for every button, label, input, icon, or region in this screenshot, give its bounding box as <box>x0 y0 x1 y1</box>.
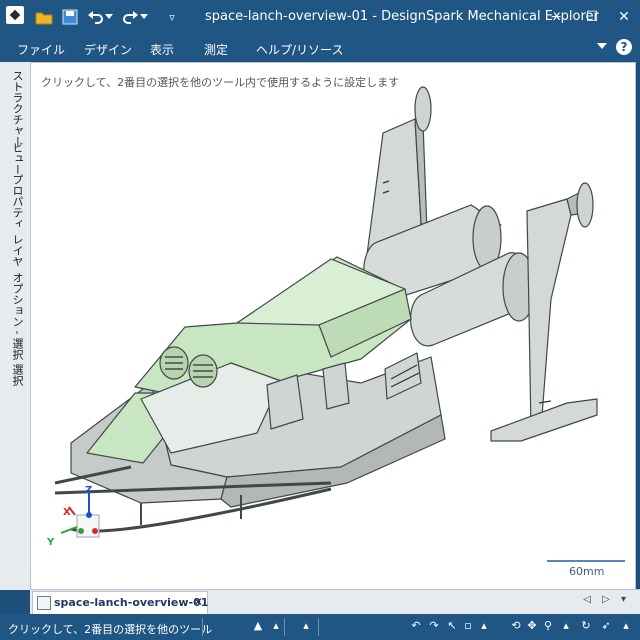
undo-view-icon[interactable]: ↶ <box>410 620 422 632</box>
rotate-icon[interactable]: ⟲ <box>510 620 522 632</box>
help-icon[interactable]: ? <box>616 39 632 55</box>
spaceship-model[interactable]: Z X Y <box>31 63 635 590</box>
menu-measure[interactable]: 測定 <box>204 41 228 58</box>
menu-help-resources[interactable]: ヘルプ/リソース <box>256 41 343 58</box>
title-bar: ▿ space-lanch-overview-01 - DesignSpark … <box>0 0 640 34</box>
redo-icon[interactable] <box>120 7 140 27</box>
menu-bar: ファイル デザイン 表示 測定 ヘルプ/リソース ? <box>0 34 640 62</box>
view-orient-dropdown-icon[interactable]: ▴ <box>620 620 632 632</box>
undo-icon[interactable] <box>86 7 106 27</box>
document-tab-label: space-lanch-overview-01 <box>54 596 209 609</box>
maximize-button[interactable]: ☐ <box>576 0 608 34</box>
zoom-dropdown-icon[interactable]: ▴ <box>560 620 572 632</box>
status-divider <box>318 618 319 636</box>
axis-z-label: Z <box>85 485 92 496</box>
tab-options-select[interactable]: オプション - 選択 <box>5 272 25 360</box>
tab-view[interactable]: ビュー <box>5 142 25 175</box>
document-icon <box>37 596 51 610</box>
side-window-1 <box>266 374 304 430</box>
side-window-2 <box>322 362 350 410</box>
open-folder-icon[interactable] <box>34 7 54 27</box>
minimize-button[interactable]: − <box>540 0 572 34</box>
zoom-icon[interactable]: ⚲ <box>542 620 554 632</box>
document-tab-bar: space-lanch-overview-01 ✕ ◁ ▷ ▾ <box>30 589 640 614</box>
right-fin <box>526 198 572 432</box>
redo-view-icon[interactable]: ↷ <box>428 620 440 632</box>
menu-display[interactable]: 表示 <box>150 41 174 58</box>
view-orient-icon[interactable]: ➶ <box>600 620 612 632</box>
ribbon-options-icon[interactable] <box>597 43 607 49</box>
right-fin-disc <box>576 182 594 228</box>
app-logo-icon[interactable] <box>6 6 24 24</box>
pan-icon[interactable]: ✥ <box>526 620 538 632</box>
tab-select[interactable]: 選択 <box>5 364 25 386</box>
status-bar: クリックして、2番目の選択を他のツール ▲ ▴ ▴ ↶ ↷ ↖ ▫ ▴ ⟲ ✥ … <box>0 614 640 640</box>
redo-dropdown-icon[interactable] <box>139 7 149 27</box>
select-mode-icon[interactable]: ▲ <box>252 620 264 632</box>
box-select-icon[interactable]: ▫ <box>462 620 474 632</box>
box-select-dropdown-icon[interactable]: ▴ <box>478 620 490 632</box>
close-button[interactable]: ✕ <box>608 0 640 34</box>
axis-y-label: Y <box>46 537 55 548</box>
select-mode-dropdown-icon[interactable]: ▴ <box>270 620 282 632</box>
status-text: クリックして、2番目の選択を他のツール <box>8 623 213 636</box>
save-icon[interactable] <box>60 7 80 27</box>
menu-design[interactable]: デザイン <box>84 41 132 58</box>
spin-icon[interactable]: ↻ <box>580 620 592 632</box>
select-icon[interactable]: ↖ <box>446 620 458 632</box>
axis-x-label: X <box>63 507 71 518</box>
status-divider <box>284 618 285 636</box>
right-foot <box>490 398 598 442</box>
triad-toggle-icon[interactable]: ▴ <box>300 620 312 632</box>
scale-bar <box>547 560 625 562</box>
tab-properties[interactable]: プロパティ <box>5 174 25 229</box>
status-divider <box>202 618 203 636</box>
tab-layers[interactable]: レイヤ <box>5 234 25 267</box>
document-nav-icons[interactable]: ◁ ▷ ▾ <box>583 594 630 605</box>
left-fin-disc <box>414 86 432 132</box>
side-panel-tabs: ストラクチャー ビュー プロパティ レイヤ オプション - 選択 選択 <box>0 62 30 590</box>
undo-dropdown-icon[interactable] <box>104 7 114 27</box>
design-viewport[interactable]: クリックして、2番目の選択を他のツール内で使用するように設定します Z X Y … <box>30 62 636 591</box>
customize-quick-access-icon[interactable]: ▿ <box>162 7 182 27</box>
document-close-icon[interactable]: ✕ <box>193 595 203 609</box>
menu-file[interactable]: ファイル <box>17 41 65 58</box>
document-tab[interactable]: space-lanch-overview-01 ✕ <box>32 591 208 614</box>
scale-label: 60mm <box>569 565 605 578</box>
tab-structure[interactable]: ストラクチャー <box>5 70 25 147</box>
